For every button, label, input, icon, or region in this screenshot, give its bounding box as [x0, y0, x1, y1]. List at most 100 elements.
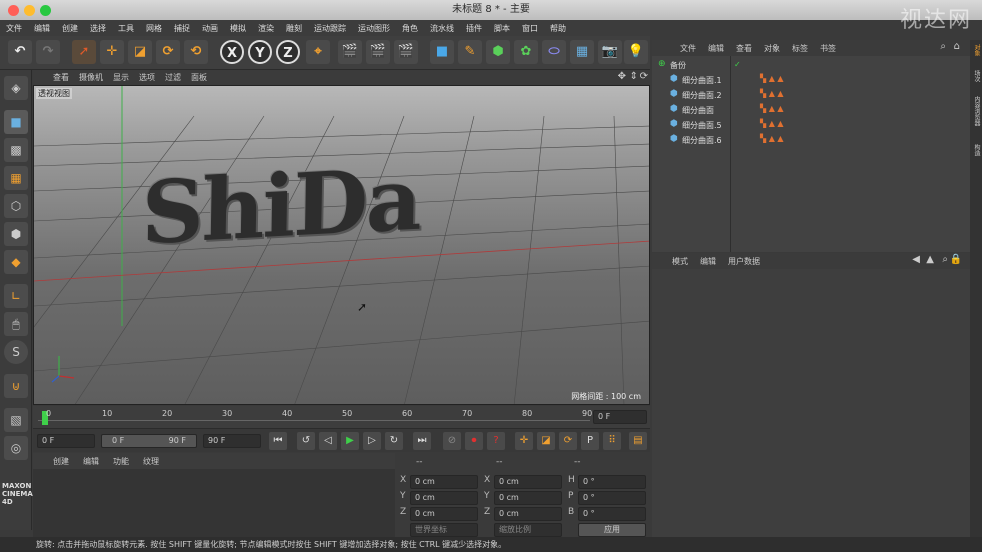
menu-mesh[interactable]: 网格 [146, 23, 162, 34]
object-name[interactable]: 细分曲面.5 [682, 120, 722, 131]
menu-create[interactable]: 创建 [62, 23, 78, 34]
start-frame-field[interactable]: 0 F [37, 434, 95, 448]
recent-tool-icon[interactable]: ⟲ [184, 40, 208, 64]
size-y-field[interactable]: 0 cm [494, 491, 562, 505]
position-z-field[interactable]: 0 cm [410, 507, 478, 521]
redo-icon[interactable]: ↷ [36, 40, 60, 64]
menu-character[interactable]: 角色 [402, 23, 418, 34]
material-manager-area[interactable] [33, 469, 395, 537]
viewport-menu-panel[interactable]: 面板 [191, 72, 207, 83]
previous-key-icon[interactable]: ↺ [297, 432, 315, 450]
spline-pen-icon[interactable]: ✎ [458, 40, 482, 64]
planar-workplane-icon[interactable]: ◎ [4, 436, 28, 460]
viewport-move-icon[interactable]: ✥ [618, 71, 626, 82]
menu-edit[interactable]: 编辑 [34, 23, 50, 34]
size-z-field[interactable]: 0 cm [494, 507, 562, 521]
magnet-icon[interactable]: ⊍ [4, 374, 28, 398]
next-key-icon[interactable]: ↻ [385, 432, 403, 450]
rotate-tool-icon[interactable]: ⟳ [156, 40, 180, 64]
texture-mode-icon[interactable]: ▩ [4, 138, 28, 162]
y-axis-lock-button[interactable]: Y [248, 40, 272, 64]
edges-mode-icon[interactable]: ⬢ [4, 222, 28, 246]
locked-workplane-icon[interactable]: ▧ [4, 408, 28, 432]
object-name[interactable]: 备份 [670, 60, 686, 71]
current-frame-field[interactable]: 0 F [593, 410, 647, 424]
coordinate-mode-select[interactable]: 世界坐标 [410, 523, 478, 537]
deformer-icon[interactable]: ⬭ [542, 40, 566, 64]
menu-file[interactable]: 文件 [6, 23, 22, 34]
menu-plugins[interactable]: 插件 [466, 23, 482, 34]
menu-select[interactable]: 选择 [90, 23, 106, 34]
object-row[interactable]: ⬢ 细分曲面.5 ▚ ▲ ▲ [652, 118, 970, 133]
obj-menu-view[interactable]: 查看 [736, 43, 752, 54]
floor-object-icon[interactable]: ▦ [570, 40, 594, 64]
attr-search-icon[interactable]: ⌕ [942, 254, 948, 265]
autokey-icon[interactable]: ⏺ [465, 432, 483, 450]
make-editable-icon[interactable]: ◈ [4, 76, 28, 100]
key-rotation-icon[interactable]: ⟳ [559, 432, 577, 450]
tab-content-browser[interactable]: 内容浏览器 [971, 96, 981, 126]
menu-motion-tracking[interactable]: 运动跟踪 [314, 23, 346, 34]
menu-simulate[interactable]: 模拟 [230, 23, 246, 34]
cloner-icon[interactable]: ✿ [514, 40, 538, 64]
timeline-window-icon[interactable]: ▤ [629, 432, 647, 450]
menu-snap[interactable]: 捕捉 [174, 23, 190, 34]
obj-menu-file[interactable]: 文件 [680, 43, 696, 54]
tags-icon[interactable]: ▚ ▲ ▲ [760, 119, 784, 128]
object-row[interactable]: ⬢ 细分曲面.1 ▚ ▲ ▲ [652, 73, 970, 88]
material-menu-edit[interactable]: 编辑 [83, 456, 99, 467]
viewport-menu-view[interactable]: 查看 [53, 72, 69, 83]
obj-menu-edit[interactable]: 编辑 [708, 43, 724, 54]
points-mode-icon[interactable]: ⬡ [4, 194, 28, 218]
up-arrow-icon[interactable]: ▲ [926, 254, 934, 265]
menu-render[interactable]: 渲染 [258, 23, 274, 34]
preview-range-slider[interactable]: 0 F 90 F [101, 434, 197, 448]
viewport-rotate-icon[interactable]: ⟳ [640, 71, 648, 82]
viewport-zoom-icon[interactable]: ⇕ [630, 71, 638, 82]
menu-help[interactable]: 帮助 [550, 23, 566, 34]
menu-mograph[interactable]: 运动图形 [358, 23, 390, 34]
viewport-menu-cameras[interactable]: 摄像机 [79, 72, 103, 83]
viewport-menu-display[interactable]: 显示 [113, 72, 129, 83]
snap-icon[interactable]: S [4, 340, 28, 364]
record-active-icon[interactable]: ⊘ [443, 432, 461, 450]
camera-icon[interactable]: 📷 [598, 40, 622, 64]
next-frame-icon[interactable]: ▷ [363, 432, 381, 450]
obj-menu-bookmarks[interactable]: 书签 [820, 43, 836, 54]
keyframe-selection-icon[interactable]: ? [487, 432, 505, 450]
object-name[interactable]: 细分曲面 [682, 105, 714, 116]
tab-objects[interactable]: 对象 [971, 44, 981, 56]
visibility-check-icon[interactable]: ✓ [734, 60, 741, 69]
light-icon[interactable]: 💡 [624, 40, 648, 64]
render-settings-icon[interactable]: 🎬 [394, 40, 418, 64]
menu-sculpt[interactable]: 雕刻 [286, 23, 302, 34]
apply-button[interactable]: 应用 [578, 523, 646, 537]
tags-icon[interactable]: ▚ ▲ ▲ [760, 89, 784, 98]
timeline[interactable]: 0 10 20 30 40 50 60 70 80 90 0 F [33, 406, 650, 428]
subdivision-surface-icon[interactable]: ⬢ [486, 40, 510, 64]
obj-menu-objects[interactable]: 对象 [764, 43, 780, 54]
tweak-mode-icon[interactable]: 🖱 [4, 312, 28, 336]
object-name[interactable]: 细分曲面.2 [682, 90, 722, 101]
material-menu-create[interactable]: 创建 [53, 456, 69, 467]
obj-menu-tags[interactable]: 标签 [792, 43, 808, 54]
timeline-ruler[interactable]: 0 10 20 30 40 50 60 70 80 90 [38, 408, 592, 426]
z-axis-lock-button[interactable]: Z [276, 40, 300, 64]
key-pla-icon[interactable]: ⠿ [603, 432, 621, 450]
key-scale-icon[interactable]: ◪ [537, 432, 555, 450]
tab-takes[interactable]: 场次 [971, 70, 981, 82]
go-to-end-icon[interactable]: ⏭ [413, 432, 431, 450]
play-icon[interactable]: ▶ [341, 432, 359, 450]
material-menu-function[interactable]: 功能 [113, 456, 129, 467]
move-tool-icon[interactable]: ✛ [100, 40, 124, 64]
menu-tools[interactable]: 工具 [118, 23, 134, 34]
material-menu-texture[interactable]: 纹理 [143, 456, 159, 467]
object-row[interactable]: ⬢ 细分曲面.2 ▚ ▲ ▲ [652, 88, 970, 103]
perspective-viewport[interactable]: 透视视图 ShiDa ➚ 网格间距 : 100 cm [33, 85, 650, 405]
object-row[interactable]: ⊕ 备份 ✓ [652, 58, 970, 73]
cube-object-icon[interactable]: ■ [430, 40, 454, 64]
minimize-window-button[interactable] [24, 5, 35, 16]
attr-menu-mode[interactable]: 模式 [672, 256, 688, 267]
back-arrow-icon[interactable]: ◀ [912, 254, 920, 265]
workplane-icon[interactable]: ▦ [4, 166, 28, 190]
